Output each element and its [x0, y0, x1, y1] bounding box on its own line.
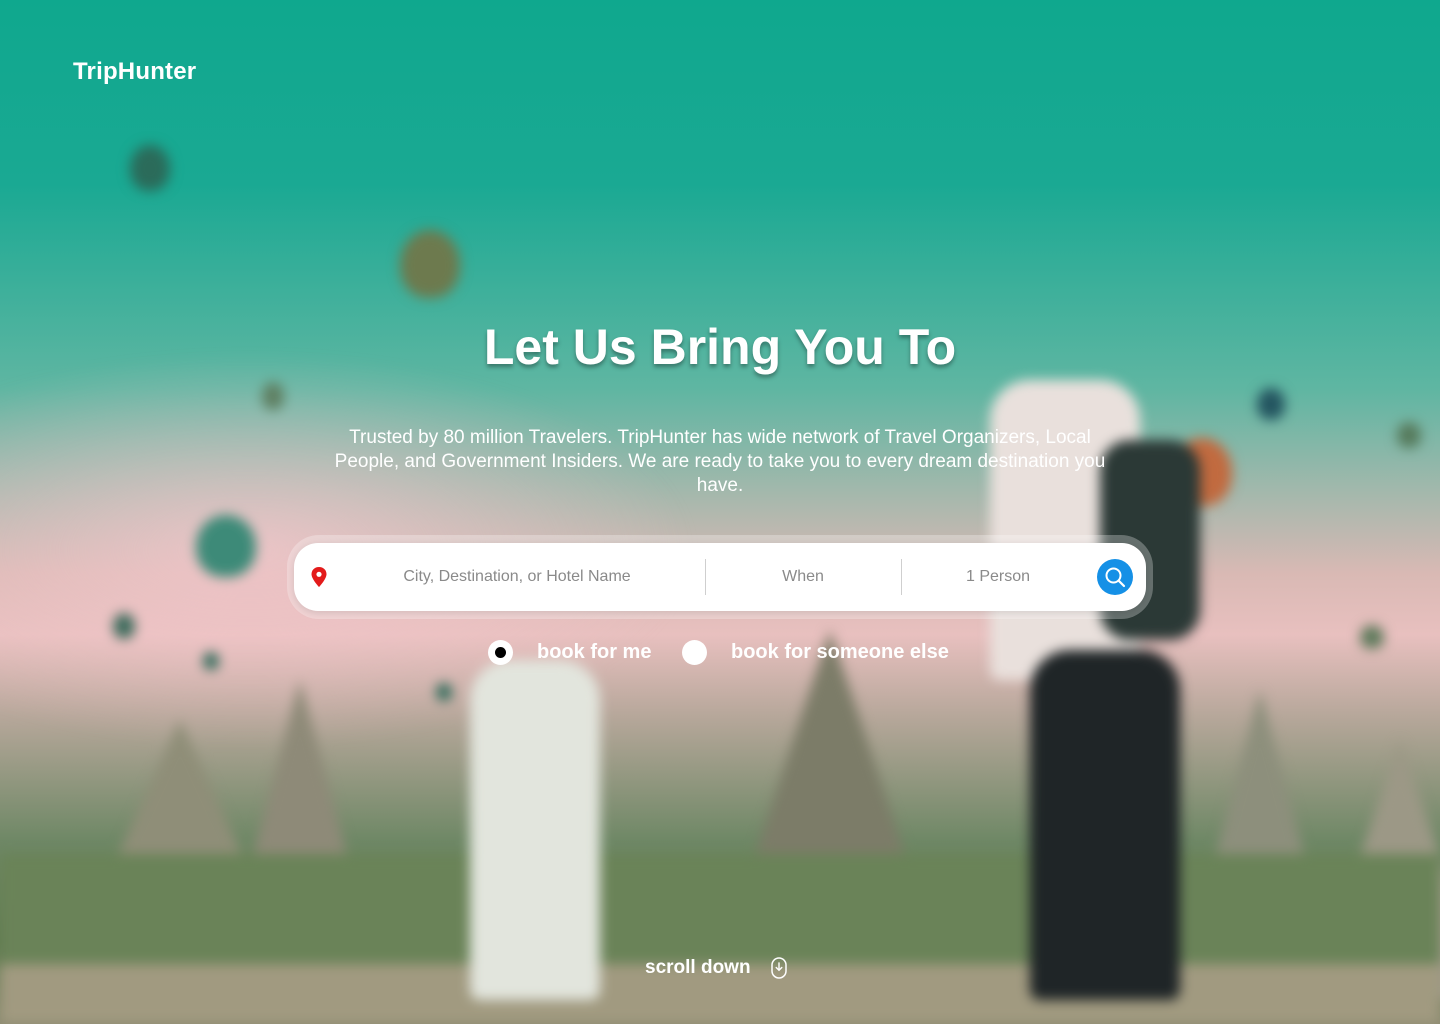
page-title: Let Us Bring You To	[483, 319, 957, 375]
option-label: book for me	[537, 641, 652, 663]
guests-selector[interactable]: 1 Person	[902, 543, 1094, 611]
radio-selected[interactable]	[488, 640, 513, 665]
brand-logo[interactable]: TripHunter	[73, 58, 196, 86]
book-for-me-option[interactable]: book for me	[488, 640, 651, 665]
radio-unselected[interactable]	[682, 640, 707, 665]
search-bar: City, Destination, or Hotel Name When 1 …	[294, 543, 1146, 611]
book-for-someone-else-option[interactable]: book for someone else	[682, 640, 949, 665]
hero-section: TripHunter Let Us Bring You To Trusted b…	[0, 0, 1440, 1024]
scroll-down-label: scroll down	[645, 957, 751, 978]
background-photo	[0, 0, 1440, 1024]
booking-options: book for me book for someone else	[0, 640, 1440, 668]
scroll-down-link[interactable]: scroll down	[645, 957, 787, 979]
mouse-scroll-icon	[770, 957, 787, 979]
date-picker[interactable]: When	[706, 543, 900, 611]
search-button[interactable]	[1097, 559, 1133, 595]
option-label: book for someone else	[731, 641, 949, 663]
search-icon	[1105, 567, 1126, 588]
destination-input[interactable]: City, Destination, or Hotel Name	[334, 543, 700, 611]
hero-subtitle: Trusted by 80 million Travelers. TripHun…	[334, 427, 1106, 496]
location-pin-icon	[311, 567, 327, 587]
